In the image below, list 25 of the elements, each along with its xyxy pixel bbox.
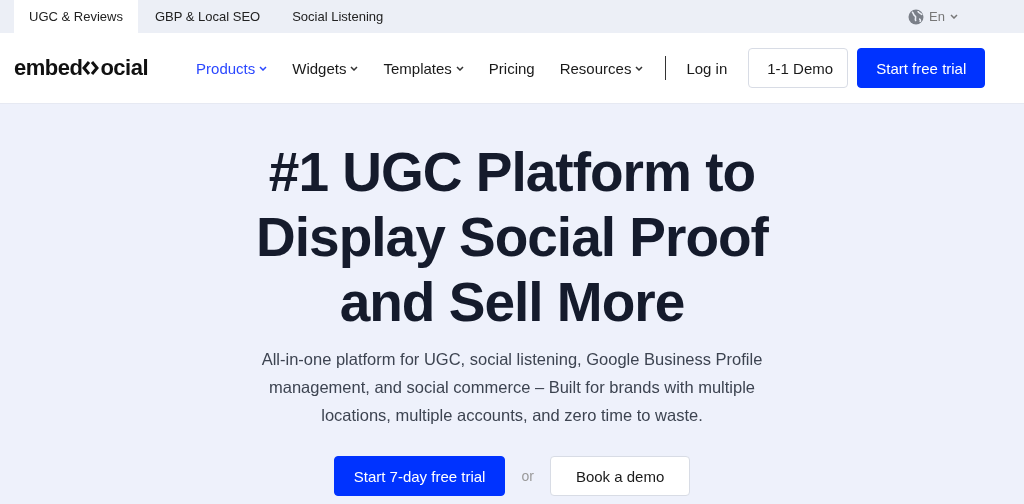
trial-button[interactable]: Start free trial — [857, 48, 986, 88]
nav-link[interactable]: Templates — [383, 59, 464, 77]
nav-link[interactable]: Widgets — [292, 59, 359, 77]
chevron-down-icon — [259, 65, 268, 71]
chevron-down-icon — [350, 65, 359, 71]
logo[interactable]: embed ocial — [14, 55, 149, 81]
login-link[interactable]: Log in — [686, 59, 728, 77]
demo-button[interactable]: Book a demo — [549, 456, 691, 496]
globe-icon — [908, 8, 925, 25]
logo-mark-icon — [82, 59, 101, 77]
separator-text: or — [521, 468, 534, 484]
nav-link[interactable]: Pricing — [488, 59, 535, 77]
chevron-down-icon — [635, 65, 644, 71]
description: All-in-one platform for UGC, social listening, Google Business Profile management, and social commerce – Built for brands with multiple locations, multiple accounts, and zero time to waste. — [260, 349, 764, 426]
section-tab[interactable]: Social Listening — [277, 0, 399, 33]
language-selector[interactable]: En — [908, 0, 958, 33]
nav-link[interactable]: Resources — [559, 59, 644, 77]
chevron-down-icon — [455, 65, 464, 71]
section-tab[interactable]: GBP & Local SEO — [139, 0, 276, 33]
section-tab[interactable]: UGC & Reviews — [14, 0, 138, 33]
chevron-down-icon — [950, 14, 958, 19]
headline: #1 UGC Platform to Display Social Proof and Sell More — [256, 140, 768, 335]
trial-button[interactable]: Start 7-day free trial — [333, 456, 506, 496]
nav-link[interactable]: Products — [196, 59, 268, 77]
demo-button[interactable]: 1-1 Demo — [748, 48, 849, 88]
